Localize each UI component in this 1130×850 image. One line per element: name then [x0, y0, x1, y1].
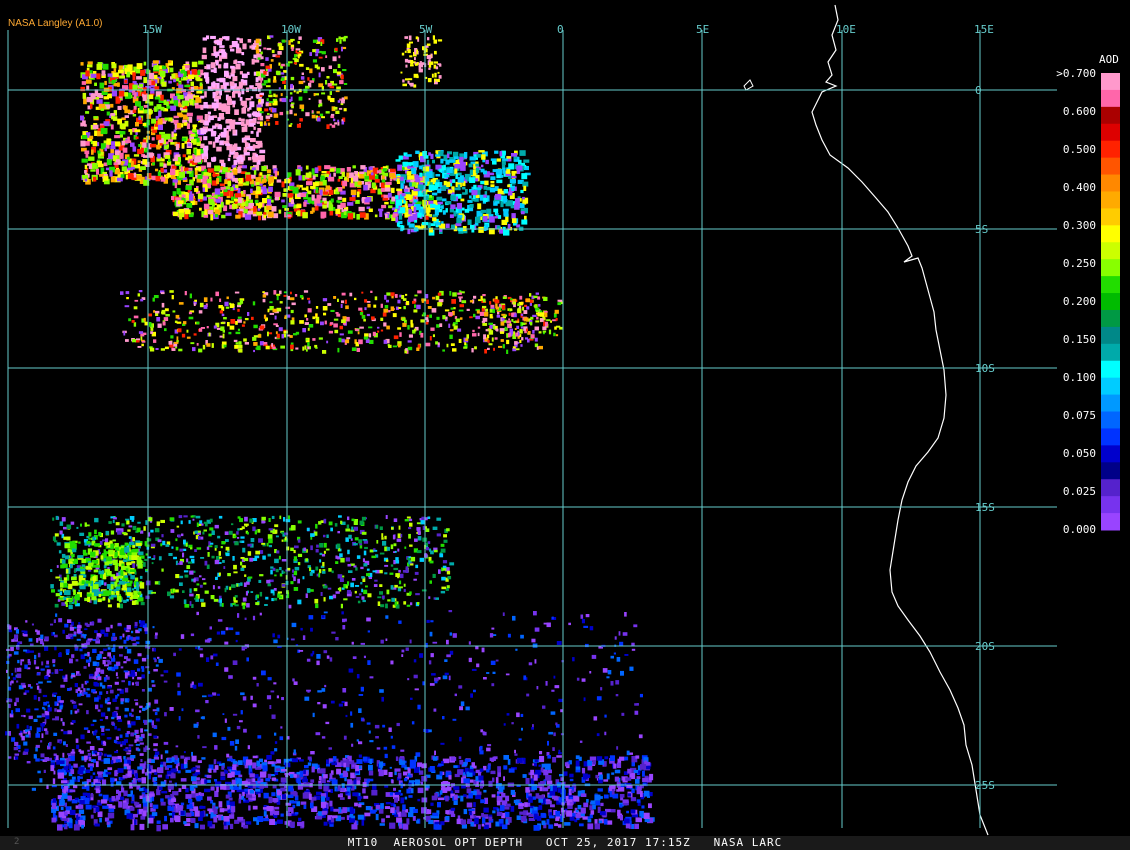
latitude-label: 5S	[975, 223, 988, 236]
legend-swatch	[1101, 360, 1120, 379]
aerosol-map: 15W 10W 5W 0 5E 10E 15E 0 5S 10S 15S 20S 25S NASA La…	[0, 0, 1130, 850]
legend-swatch	[1101, 343, 1120, 362]
longitude-label: 10W	[281, 23, 301, 36]
legend-tick-label: 0.600	[1063, 105, 1096, 118]
longitude-label: 15E	[974, 23, 994, 36]
latitude-label: 20S	[975, 640, 995, 653]
legend-tick-label: 0.250	[1063, 257, 1096, 270]
legend-swatch	[1101, 513, 1120, 531]
legend-tick-label: 0.025	[1063, 485, 1096, 498]
legend-swatch	[1101, 276, 1120, 294]
legend-swatch	[1101, 140, 1120, 159]
legend-swatch	[1101, 242, 1120, 260]
legend-tick-label: 0.500	[1063, 143, 1096, 156]
footer-caption: MT10 AEROSOL OPT DEPTH OCT 25, 2017 17:1…	[347, 836, 783, 849]
legend-swatch	[1101, 377, 1120, 396]
latitude-label: 15S	[975, 501, 995, 514]
longitude-label: 0	[557, 23, 564, 36]
legend-swatch	[1101, 191, 1120, 209]
legend-swatch	[1101, 225, 1120, 243]
legend-swatch	[1101, 293, 1120, 311]
legend-tick-label: 0.100	[1063, 371, 1096, 384]
latitude-label: 25S	[975, 779, 995, 792]
legend-swatch	[1101, 73, 1120, 91]
legend-title: AOD	[1099, 53, 1119, 66]
legend-tick-label: 0.400	[1063, 181, 1096, 194]
legend-swatch	[1101, 259, 1120, 277]
legend-tick-label: 0.300	[1063, 219, 1096, 232]
latitude-label: 10S	[975, 362, 995, 375]
legend-swatch	[1101, 394, 1120, 413]
legend-swatch	[1101, 106, 1120, 125]
legend-swatch	[1101, 309, 1120, 328]
legend-swatch	[1101, 174, 1120, 192]
legend-colorbar	[1101, 73, 1120, 531]
legend-swatch	[1101, 462, 1120, 480]
frame-number: 2	[14, 837, 20, 847]
legend-swatch	[1101, 123, 1120, 142]
legend-tick-label: >0.700	[1056, 67, 1096, 80]
legend-tick-label: 0.050	[1063, 447, 1096, 460]
longitude-label: 15W	[142, 23, 162, 36]
legend-swatch	[1101, 496, 1120, 514]
longitude-label: 10E	[836, 23, 856, 36]
legend-swatch	[1101, 445, 1120, 463]
legend-tick-label: 0.075	[1063, 409, 1096, 422]
latitude-label: 0	[975, 84, 982, 97]
legend-swatch	[1101, 157, 1120, 176]
longitude-label: 5E	[696, 23, 709, 36]
legend-tick-label: 0.000	[1063, 523, 1096, 536]
legend-swatch	[1101, 208, 1120, 226]
legend-tick-label: 0.150	[1063, 333, 1096, 346]
legend-swatch	[1101, 326, 1120, 345]
legend-tick-label: 0.200	[1063, 295, 1096, 308]
legend-swatch	[1101, 411, 1120, 429]
legend-swatch	[1101, 89, 1120, 108]
longitude-label: 5W	[419, 23, 433, 36]
legend-swatch	[1101, 428, 1120, 446]
credit-label: NASA Langley (A1.0)	[8, 18, 103, 29]
legend-swatch	[1101, 479, 1120, 497]
